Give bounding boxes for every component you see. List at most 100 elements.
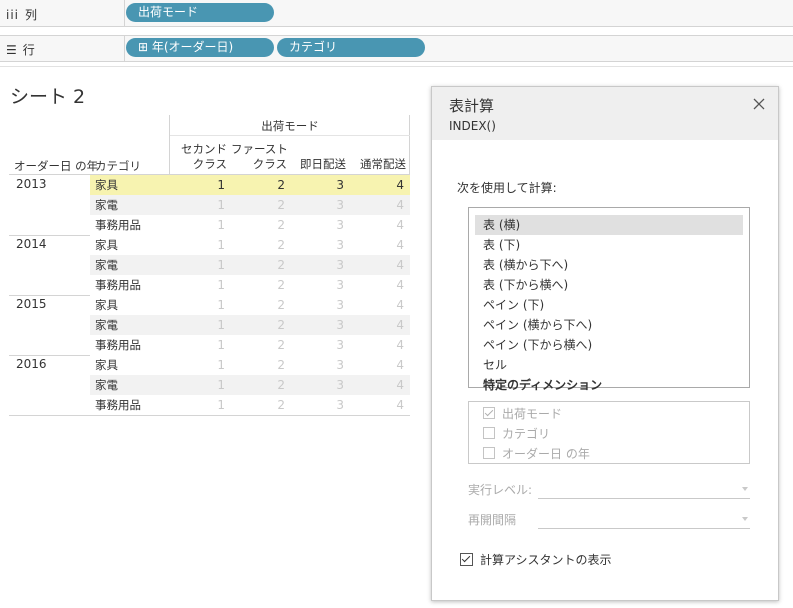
compute-using-listbox[interactable]: 表 (横) 表 (下) 表 (横から下へ) 表 (下から横へ) ペイン (下) ペイン (… <box>468 207 750 392</box>
category-label: 家具 <box>95 298 118 312</box>
value-cell: 4 <box>396 198 404 212</box>
pill-category[interactable]: カテゴリ <box>277 38 425 57</box>
pill-order-year[interactable]: ⊞ 年(オーダー日) <box>126 38 274 57</box>
value-cell: 4 <box>396 278 404 292</box>
value-cell: 2 <box>277 178 285 192</box>
value-cell: 1 <box>217 278 225 292</box>
divider-line <box>170 135 410 136</box>
value-cell: 1 <box>217 358 225 372</box>
column-header: 通常配送 <box>350 142 410 174</box>
rows-shelf-label: ☰ 行 <box>6 42 35 58</box>
dimension-option[interactable]: オーダー日 の年 <box>483 444 590 462</box>
category-label: 家具 <box>95 358 118 372</box>
restart-every-dropdown[interactable] <box>538 511 750 529</box>
value-cell: 3 <box>336 178 344 192</box>
chevron-down-icon <box>742 517 748 521</box>
column-header: ファースト クラス <box>231 142 291 174</box>
restart-level-dropdown[interactable] <box>538 481 750 499</box>
value-cell: 1 <box>217 238 225 252</box>
value-cell: 4 <box>396 238 404 252</box>
columns-icon: iii <box>6 7 20 22</box>
value-cell: 3 <box>336 218 344 232</box>
compute-option[interactable]: 特定のディメンション <box>475 375 743 395</box>
value-cell: 3 <box>336 298 344 312</box>
compute-option[interactable]: 表 (横) <box>475 215 743 235</box>
value-cell: 4 <box>396 338 404 352</box>
rows-shelf: ☰ 行 ⊞ 年(オーダー日) カテゴリ <box>0 35 793 62</box>
chevron-down-icon <box>742 487 748 491</box>
year-label: 2015 <box>16 297 47 311</box>
compute-option[interactable]: ペイン (下) <box>475 295 743 315</box>
table-calculation-dialog: 表計算 INDEX() 次を使用して計算: 表 (横) 表 (下) 表 (横から下へ… <box>431 86 779 601</box>
value-cell: 2 <box>277 278 285 292</box>
value-cell: 2 <box>277 258 285 272</box>
value-cell: 2 <box>277 318 285 332</box>
column-header-line: 通常配送 <box>360 157 406 171</box>
category-label: 事務用品 <box>95 218 141 232</box>
dimension-option[interactable]: カテゴリ <box>483 424 550 442</box>
category-label: 事務用品 <box>95 338 141 352</box>
value-cell: 4 <box>396 398 404 412</box>
value-cell: 1 <box>217 318 225 332</box>
value-cell: 3 <box>336 258 344 272</box>
category-label: 家電 <box>95 258 118 272</box>
column-header-line: セカンド <box>181 142 227 156</box>
restart-every-label: 再開間隔 <box>468 513 517 527</box>
year-separator <box>9 415 410 416</box>
row-header-category: カテゴリ <box>95 159 141 173</box>
show-assistant-checkbox[interactable] <box>460 553 473 566</box>
value-cell: 1 <box>217 178 225 192</box>
column-header-line: 即日配送 <box>300 157 346 171</box>
value-cell: 1 <box>217 338 225 352</box>
value-cell: 4 <box>396 218 404 232</box>
dialog-header: 表計算 INDEX() <box>432 87 778 140</box>
compute-option[interactable]: 表 (下) <box>475 235 743 255</box>
value-cell: 2 <box>277 398 285 412</box>
year-label: 2013 <box>16 177 47 191</box>
dimension-checkbox[interactable] <box>483 407 495 419</box>
value-cell: 3 <box>336 398 344 412</box>
columns-shelf: iii 列 出荷モード <box>0 0 793 27</box>
value-cell: 3 <box>336 378 344 392</box>
column-header: セカンド クラス <box>170 142 231 174</box>
shelf-gap <box>0 27 793 35</box>
show-assistant-label: 計算アシスタントの表示 <box>480 553 612 567</box>
dimension-option[interactable]: 出荷モード <box>483 404 562 422</box>
show-assistant-toggle[interactable]: 計算アシスタントの表示 <box>460 551 612 568</box>
category-label: 家具 <box>95 238 118 252</box>
value-cell: 2 <box>277 338 285 352</box>
value-cell: 3 <box>336 318 344 332</box>
shelf-separator <box>124 36 125 61</box>
pill-ship-mode[interactable]: 出荷モード <box>126 3 274 22</box>
value-cell: 1 <box>217 398 225 412</box>
value-cell: 4 <box>396 378 404 392</box>
specific-dimensions-box: 出荷モードカテゴリオーダー日 の年 <box>468 401 750 464</box>
restart-level-label: 実行レベル: <box>468 483 533 497</box>
dimension-checkbox[interactable] <box>483 427 495 439</box>
year-label: 2016 <box>16 357 47 371</box>
value-cell: 2 <box>277 358 285 372</box>
value-cell: 2 <box>277 378 285 392</box>
value-cell: 3 <box>336 358 344 372</box>
compute-option[interactable]: 表 (下から横へ) <box>475 275 743 295</box>
value-cell: 3 <box>336 278 344 292</box>
value-cell: 1 <box>217 258 225 272</box>
value-cell: 4 <box>396 318 404 332</box>
rows-icon: ☰ <box>6 42 17 57</box>
compute-option[interactable]: ペイン (横から下へ) <box>475 315 743 335</box>
value-cell: 4 <box>396 178 404 192</box>
column-header-line: ファースト <box>231 142 288 156</box>
dimension-checkbox[interactable] <box>483 447 495 459</box>
category-label: 事務用品 <box>95 398 141 412</box>
compute-option[interactable]: 表 (横から下へ) <box>475 255 743 275</box>
value-cell: 3 <box>336 198 344 212</box>
value-cell: 4 <box>396 298 404 312</box>
value-cell: 1 <box>217 198 225 212</box>
column-header: 即日配送 <box>291 142 350 174</box>
value-cell: 4 <box>396 358 404 372</box>
close-icon[interactable] <box>750 95 768 113</box>
compute-option[interactable]: ペイン (下から横へ) <box>475 335 743 355</box>
sheet-title: シート 2 <box>10 86 86 108</box>
compute-option[interactable]: セル <box>475 355 743 375</box>
compute-using-label: 次を使用して計算: <box>457 181 557 195</box>
